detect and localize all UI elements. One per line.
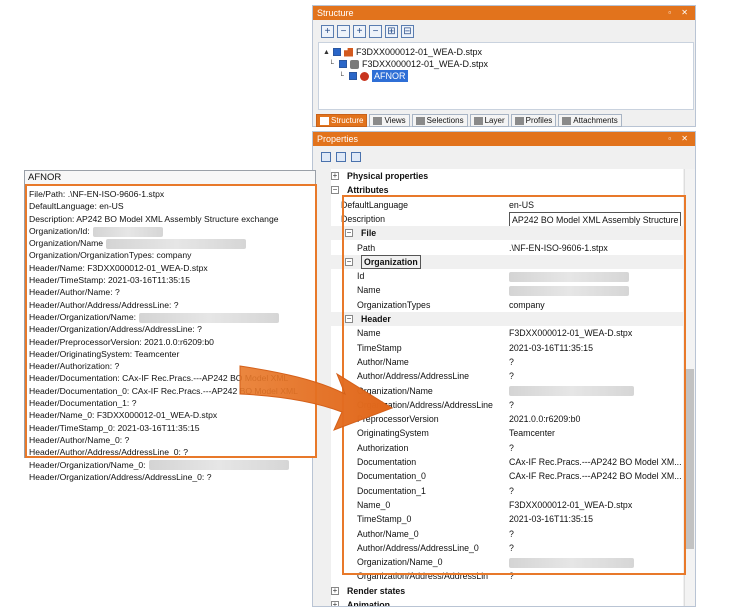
arrow-graphic [239,365,394,431]
right-arrow-icon [239,365,394,431]
